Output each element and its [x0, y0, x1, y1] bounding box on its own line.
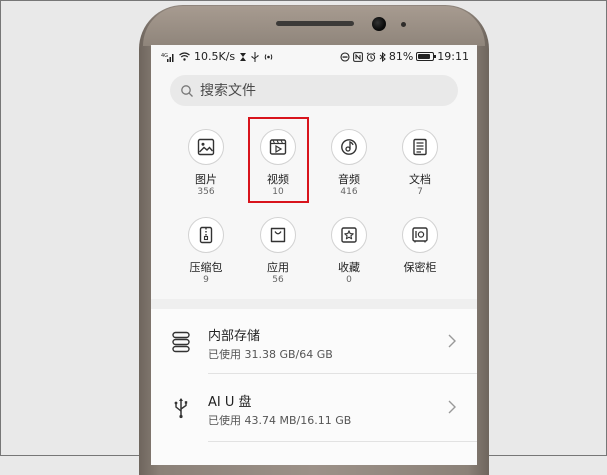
- category-archives[interactable]: 压缩包 9: [171, 217, 241, 286]
- status-bar: 4G 10.5K/s 81% 19:11: [151, 45, 477, 69]
- category-label: 压缩包: [189, 261, 223, 274]
- category-count: 9: [203, 275, 209, 285]
- category-label: 文档: [409, 173, 431, 186]
- safe-icon-button[interactable]: [402, 217, 438, 253]
- document-icon-button[interactable]: [402, 129, 438, 165]
- storage-usage: 已使用 43.74 MB/16.11 GB: [208, 414, 352, 427]
- dnd-icon: [340, 51, 350, 62]
- category-count: 7: [417, 187, 423, 197]
- category-label: 视频: [267, 173, 289, 186]
- alarm-icon: [366, 51, 376, 62]
- image-icon-button[interactable]: [188, 129, 224, 165]
- favorite-star-icon: [341, 227, 357, 243]
- archive-icon-button[interactable]: [188, 217, 224, 253]
- storage-item-internal[interactable]: 内部存储 已使用 31.38 GB/64 GB: [151, 309, 477, 373]
- chevron-right-icon: [448, 334, 456, 348]
- svg-text:4G: 4G: [161, 53, 168, 59]
- search-input[interactable]: [200, 82, 440, 99]
- wifi-icon: [179, 52, 190, 61]
- app-bag-icon: [270, 227, 286, 243]
- search-icon: [181, 84, 193, 97]
- phone-screen: 4G 10.5K/s 81% 19:11 搜索文件 图片 356 视频 10 音…: [151, 45, 477, 465]
- category-label: 应用: [267, 261, 289, 274]
- category-label: 收藏: [338, 261, 360, 274]
- storage-item-usb[interactable]: AI U 盘 已使用 43.74 MB/16.11 GB: [151, 375, 477, 439]
- category-audio[interactable]: 音频 416: [314, 129, 384, 198]
- usb-connected-icon: [251, 51, 259, 62]
- safe-icon: [412, 227, 428, 243]
- storage-title: 内部存储: [208, 329, 261, 344]
- app-bag-icon-button[interactable]: [260, 217, 296, 253]
- hourglass-icon: [240, 52, 247, 61]
- earpiece-speaker: [276, 21, 354, 26]
- battery-level: [418, 54, 430, 59]
- proximity-sensor: [401, 22, 406, 27]
- signal-icon: 4G: [161, 53, 174, 62]
- category-videos[interactable]: 视频 10: [243, 129, 313, 198]
- search-bar[interactable]: [170, 75, 458, 106]
- category-count: 356: [197, 187, 215, 197]
- category-label: 音频: [338, 173, 360, 186]
- category-documents[interactable]: 文档 7: [385, 129, 455, 198]
- category-label: 图片: [195, 173, 217, 186]
- chevron-right-icon: [448, 400, 456, 414]
- category-images[interactable]: 图片 356: [171, 129, 241, 198]
- section-divider: [151, 299, 477, 309]
- list-divider: [208, 373, 477, 374]
- bluetooth-icon: [379, 51, 386, 62]
- document-icon: [413, 138, 427, 156]
- nfc-icon: [352, 51, 363, 62]
- hotspot-icon: [264, 53, 273, 60]
- category-count: 56: [272, 275, 284, 285]
- battery-icon: [416, 52, 437, 61]
- clock: 19:11: [437, 50, 469, 63]
- category-count: 0: [346, 275, 352, 285]
- video-icon: [269, 139, 287, 155]
- audio-icon-button[interactable]: [331, 129, 367, 165]
- usb-icon: [174, 398, 188, 419]
- storage-list: 内部存储 已使用 31.38 GB/64 GB AI U 盘 已使用 43.74…: [151, 309, 477, 465]
- image-icon: [197, 138, 215, 156]
- audio-icon: [341, 139, 357, 155]
- file-categories: 图片 356 视频 10 音频 416 文档 7 压缩包 9 应用 56 收藏 …: [151, 123, 477, 298]
- favorite-icon-button[interactable]: [331, 217, 367, 253]
- category-favorites[interactable]: 收藏 0: [314, 217, 384, 286]
- archive-icon: [199, 226, 213, 244]
- category-apps[interactable]: 应用 56: [243, 217, 313, 286]
- category-label: 保密柜: [403, 261, 437, 274]
- category-count: 10: [272, 187, 284, 197]
- category-count: 416: [340, 187, 358, 197]
- phone-top-bezel: [143, 6, 485, 46]
- storage-usage: 已使用 31.38 GB/64 GB: [208, 348, 333, 361]
- storage-icon: [172, 331, 190, 353]
- video-icon-button[interactable]: [260, 129, 296, 165]
- front-camera: [372, 17, 386, 31]
- storage-title: AI U 盘: [208, 395, 252, 410]
- category-safe[interactable]: 保密柜: [385, 217, 455, 275]
- list-divider: [208, 441, 477, 442]
- network-speed: 10.5K/s: [194, 50, 236, 63]
- battery-percent: 81%: [388, 50, 414, 63]
